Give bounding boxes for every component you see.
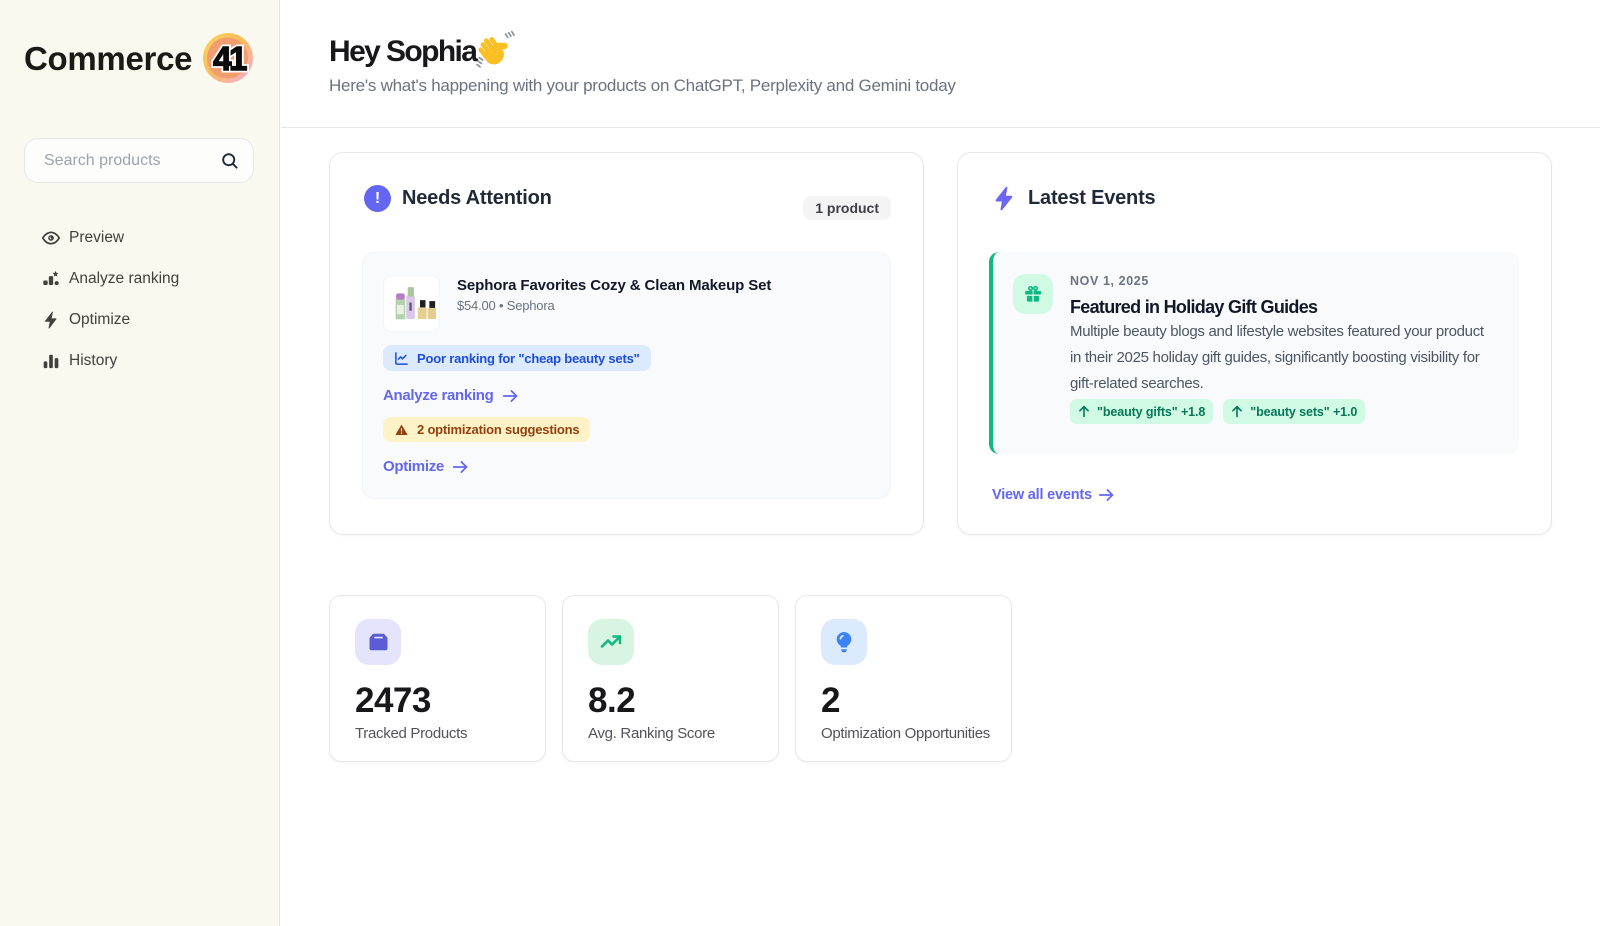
svg-text:41: 41 (213, 40, 247, 77)
